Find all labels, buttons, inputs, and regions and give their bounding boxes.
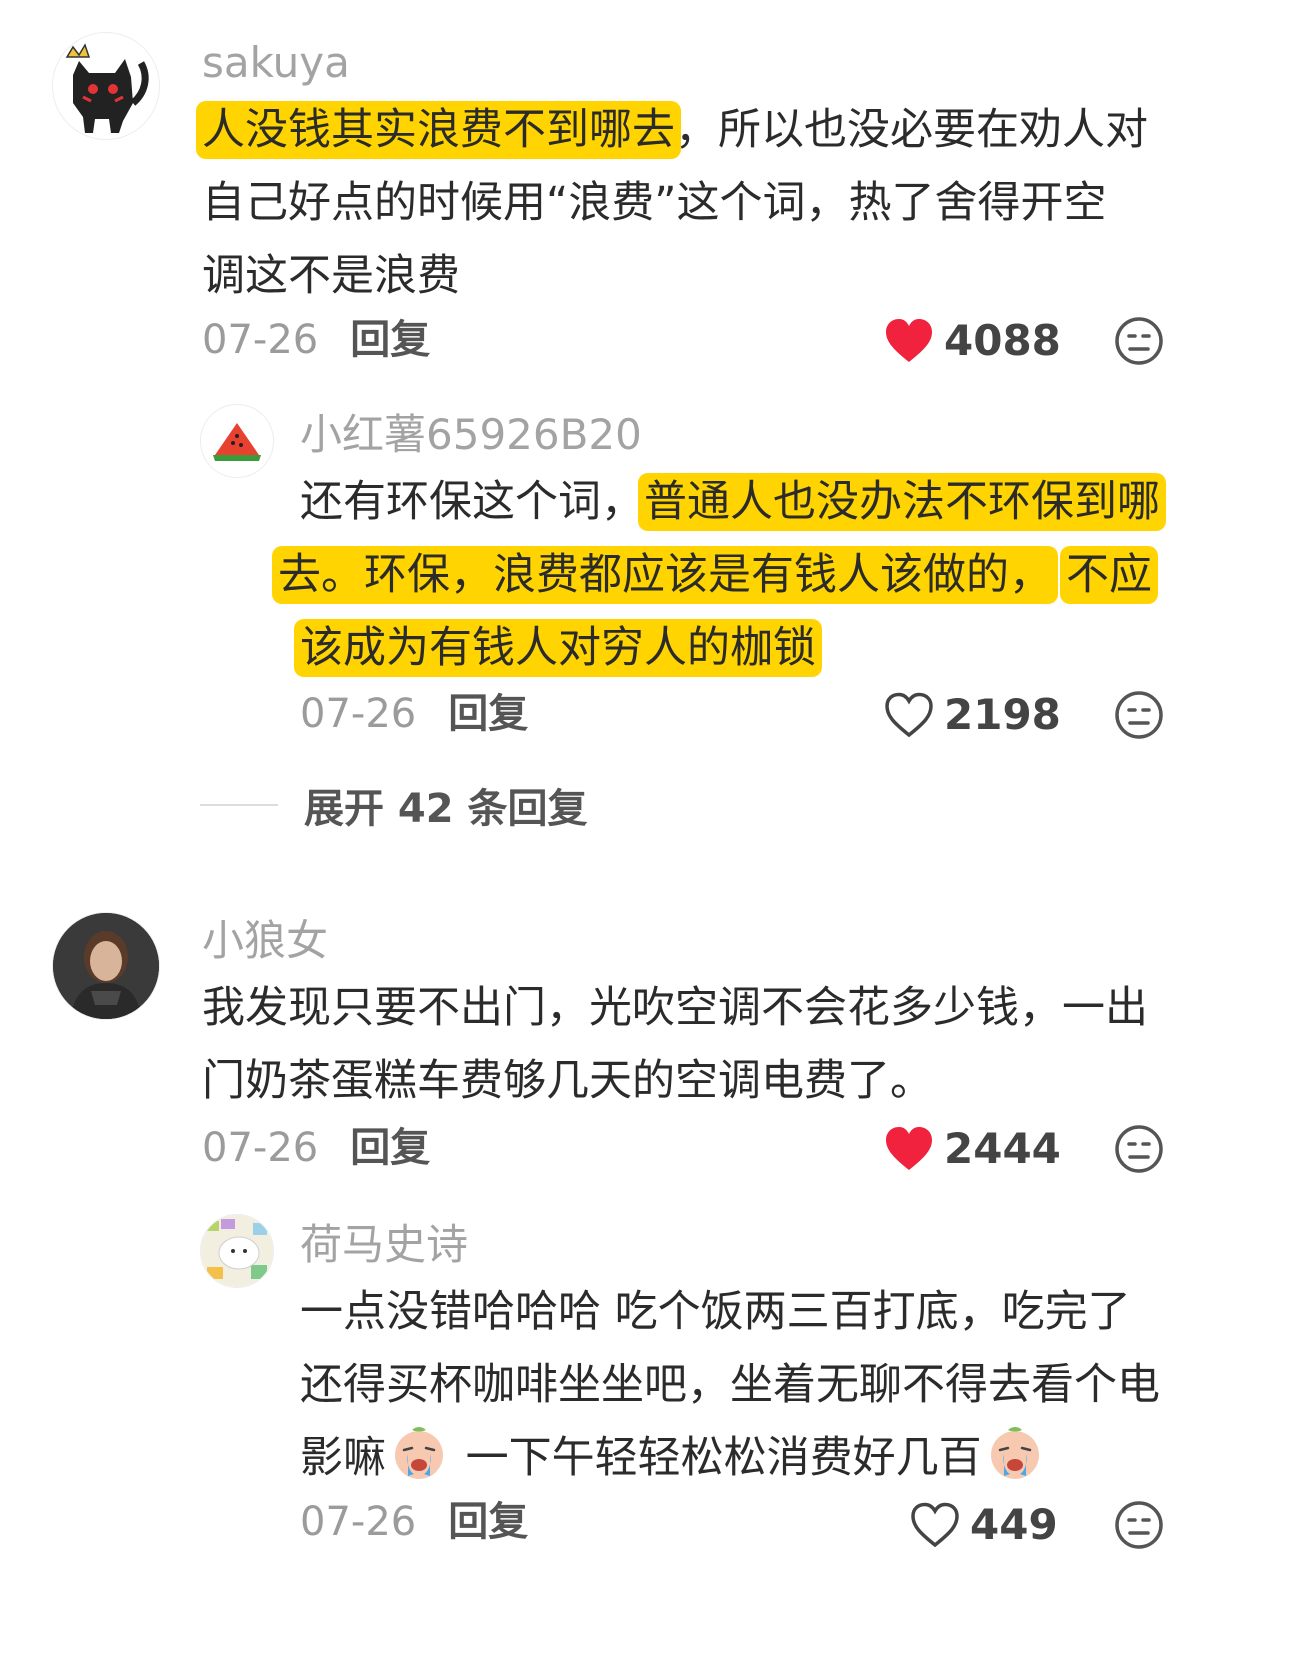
dislike-face-icon[interactable] bbox=[1114, 1500, 1164, 1550]
avatar-hemashishi[interactable] bbox=[200, 1214, 274, 1288]
heart-outline-icon bbox=[911, 1502, 959, 1547]
portrait-girl-icon bbox=[53, 913, 159, 1019]
username[interactable]: 小红薯65926B20 bbox=[300, 414, 642, 456]
colorful-sticker-avatar-icon bbox=[201, 1215, 273, 1287]
comment-meta: 07-26 回复 bbox=[202, 320, 430, 360]
dislike-face-icon[interactable] bbox=[1114, 1124, 1164, 1174]
like-count: 2444 bbox=[944, 1124, 1061, 1173]
expand-replies-label: 展开 42 条回复 bbox=[304, 786, 588, 832]
like-count: 4088 bbox=[944, 316, 1061, 365]
crying-face-emoji bbox=[395, 1427, 443, 1479]
dislike-face-icon[interactable] bbox=[1114, 316, 1164, 366]
comment-meta: 07-26 回复 bbox=[202, 1128, 430, 1168]
highlighted-text: 去。环保，浪费都应该是有钱人该做的， bbox=[272, 546, 1058, 604]
black-cat-with-crown-icon bbox=[53, 33, 159, 139]
crying-face-emoji bbox=[990, 1427, 1039, 1479]
heart-filled-icon bbox=[886, 318, 932, 362]
reply-button[interactable]: 回复 bbox=[350, 1125, 430, 1171]
comment-date: 07-26 bbox=[202, 317, 319, 363]
avatar-xiaohongshu-user[interactable] bbox=[200, 404, 274, 478]
dislike-face-icon[interactable] bbox=[1114, 690, 1164, 740]
heart-outline-icon bbox=[885, 692, 933, 737]
watermelon-icon bbox=[201, 405, 273, 477]
comment-date: 07-26 bbox=[300, 691, 417, 737]
heart-filled-icon bbox=[886, 1126, 932, 1170]
reply-button[interactable]: 回复 bbox=[350, 317, 430, 363]
comment-meta: 07-26 回复 bbox=[300, 1502, 528, 1542]
highlighted-text: 不应 bbox=[1060, 546, 1158, 604]
comment-date: 07-26 bbox=[202, 1125, 319, 1171]
like-button[interactable]: 2444 bbox=[884, 1124, 1061, 1173]
like-count: 2198 bbox=[944, 690, 1061, 739]
like-button[interactable]: 4088 bbox=[884, 316, 1061, 365]
username[interactable]: sakuya bbox=[202, 42, 350, 84]
highlighted-text: 普通人也没办法不环保到哪 bbox=[638, 473, 1166, 531]
reply-text: 一点没错哈哈哈 吃个饭两三百打底，吃完了 还得买杯咖啡坐坐吧，坐着无聊不得去看个… bbox=[300, 1287, 1160, 1483]
like-button[interactable]: 2198 bbox=[884, 690, 1061, 739]
username[interactable]: 荷马史诗 bbox=[300, 1224, 468, 1266]
like-button[interactable]: 449 bbox=[910, 1500, 1058, 1549]
like-count: 449 bbox=[970, 1500, 1058, 1549]
comment-text: 我发现只要不出门，光吹空调不会花多少钱，一出 门奶茶蛋糕车费够几天的空调电费了。 bbox=[202, 983, 1148, 1106]
comment-meta: 07-26 回复 bbox=[300, 694, 528, 734]
divider bbox=[200, 804, 278, 806]
highlighted-text: 该成为有钱人对穷人的枷锁 bbox=[294, 619, 822, 677]
comment-text: 人没钱其实浪费不到哪去，所以也没必要在劝人对 自己好点的时候用“浪费”这个词，热… bbox=[196, 94, 1148, 313]
highlighted-text: 人没钱其实浪费不到哪去 bbox=[196, 101, 681, 159]
reply-button[interactable]: 回复 bbox=[448, 691, 528, 737]
username[interactable]: 小狼女 bbox=[202, 920, 328, 962]
avatar-sakuya[interactable] bbox=[52, 32, 160, 140]
expand-replies-button[interactable]: 展开 42 条回复 bbox=[200, 776, 588, 834]
reply-button[interactable]: 回复 bbox=[448, 1499, 528, 1545]
comment-date: 07-26 bbox=[300, 1499, 417, 1545]
avatar-xiaolangnv[interactable] bbox=[52, 912, 160, 1020]
reply-text: 还有环保这个词，普通人也没办法不环保到哪 去。环保，浪费都应该是有钱人该做的，不… bbox=[272, 466, 1166, 685]
